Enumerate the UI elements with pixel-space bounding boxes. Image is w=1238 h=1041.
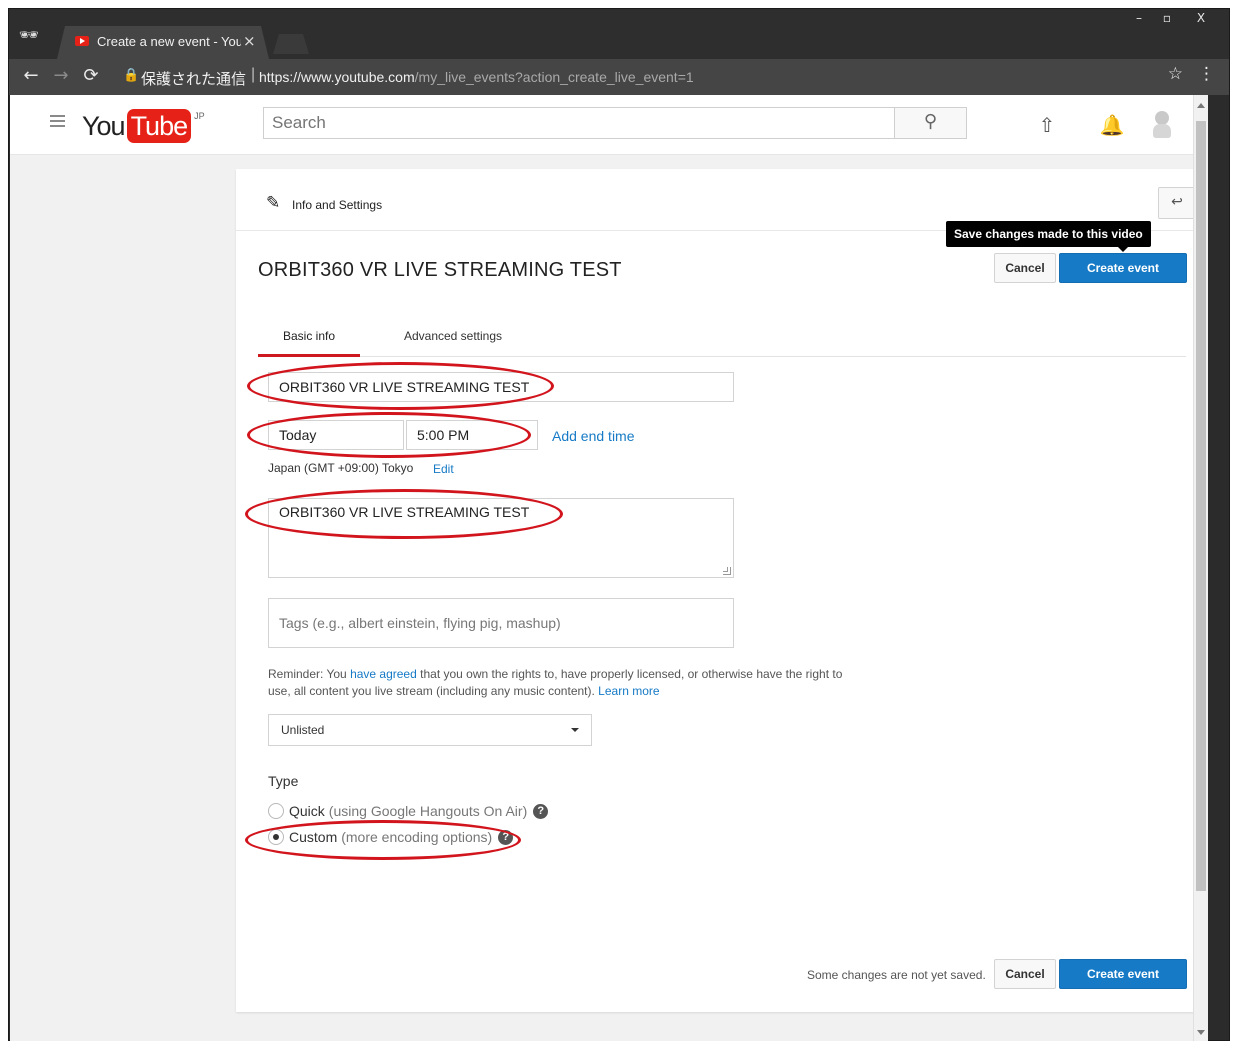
custom-sublabel: (more encoding options)	[341, 829, 493, 845]
url-separator: |	[251, 66, 256, 83]
title-field[interactable]: ORBIT360 VR LIVE STREAMING TEST	[268, 372, 734, 402]
youtube-logo[interactable]: You Tube JP	[82, 109, 205, 143]
browser-menu-icon[interactable]: ⋮	[1198, 64, 1215, 84]
quick-sublabel: (using Google Hangouts On Air)	[328, 803, 528, 819]
tags-placeholder: Tags (e.g., albert einstein, flying pig,…	[279, 615, 561, 631]
url-path: /my_live_events?action_create_live_event…	[414, 69, 694, 85]
minimize-button[interactable]: –	[1125, 9, 1153, 29]
avatar[interactable]	[1150, 111, 1174, 139]
have-agreed-link[interactable]: have agreed	[350, 667, 417, 681]
maximize-button[interactable]: ▫	[1153, 9, 1181, 29]
bookmark-star-icon[interactable]: ☆	[1168, 64, 1183, 84]
description-field[interactable]: ORBIT360 VR LIVE STREAMING TEST	[268, 498, 734, 578]
learn-more-link[interactable]: Learn more	[598, 684, 659, 698]
window-controls: – ▫ X	[1125, 9, 1221, 29]
quick-label: Quick	[289, 803, 325, 819]
page-scrollbar[interactable]	[1193, 95, 1208, 1041]
dropdown-arrow-icon	[571, 728, 579, 732]
tags-field[interactable]: Tags (e.g., albert einstein, flying pig,…	[268, 598, 734, 648]
settings-tabs: Basic info Advanced settings	[258, 329, 1186, 357]
privacy-value: Unlisted	[281, 723, 325, 737]
search-input[interactable]	[263, 107, 895, 139]
youtube-favicon-icon	[75, 36, 89, 46]
start-time-field[interactable]: 5:00 PM	[406, 420, 538, 450]
back-button[interactable]: ↩	[1158, 187, 1196, 219]
tab-advanced-settings[interactable]: Advanced settings	[392, 329, 514, 357]
scroll-down-icon[interactable]	[1197, 1030, 1205, 1035]
cancel-button-top[interactable]: Cancel	[994, 253, 1056, 283]
logo-you: You	[82, 111, 126, 141]
hamburger-menu-icon[interactable]	[50, 115, 65, 127]
create-event-button-top[interactable]: Create event	[1059, 253, 1187, 283]
reminder-prefix: Reminder: You	[268, 667, 351, 681]
secure-label: 保護された通信	[141, 71, 247, 88]
unsaved-notice: Some changes are not yet saved.	[807, 968, 986, 982]
resize-handle-icon[interactable]	[723, 567, 731, 575]
browser-tab[interactable]: Create a new event - YouTube ×	[57, 26, 269, 59]
scroll-thumb[interactable]	[1196, 121, 1206, 891]
forward-arrow-icon[interactable]: →	[49, 64, 73, 88]
reload-icon[interactable]: ⟳	[79, 64, 103, 88]
start-date-field[interactable]: Today	[268, 420, 404, 450]
logo-tube: Tube	[126, 109, 192, 143]
url-text: https://www.youtube.com/my_live_events?a…	[259, 69, 694, 85]
custom-radio[interactable]	[268, 829, 284, 845]
url-host: https://www.youtube.com	[259, 69, 415, 85]
rights-reminder: Reminder: You have agreed that you own t…	[268, 666, 868, 700]
type-heading: Type	[268, 773, 299, 789]
privacy-select[interactable]: Unlisted	[268, 714, 592, 746]
help-icon[interactable]: ?	[533, 803, 549, 819]
create-event-button-bottom[interactable]: Create event	[1059, 959, 1187, 989]
tab-title: Create a new event - YouTube	[97, 34, 241, 49]
type-option-custom[interactable]: Custom (more encoding options) ?	[268, 828, 514, 846]
timezone-edit-link[interactable]: Edit	[433, 462, 454, 476]
window-close-button[interactable]: X	[1181, 9, 1221, 29]
quick-radio[interactable]	[268, 803, 284, 819]
title-bar: 🕶 Create a new event - YouTube × – ▫ X	[9, 9, 1229, 59]
tab-basic-info[interactable]: Basic info	[258, 329, 360, 357]
browser-toolbar: ← → ⟳ 🔒 保護された通信 | https://www.youtube.co…	[9, 59, 1229, 95]
scroll-up-icon[interactable]	[1197, 103, 1205, 108]
upload-icon[interactable]: ⇧	[1034, 113, 1060, 139]
page-viewport: You Tube JP ⚲ ⇧ 🔔 ✎ Info and Settings ↩ …	[10, 95, 1208, 1041]
back-arrow-icon[interactable]: ←	[19, 64, 43, 88]
save-tooltip: Save changes made to this video	[946, 221, 1151, 252]
lock-icon: 🔒	[123, 68, 140, 83]
type-option-quick[interactable]: Quick (using Google Hangouts On Air) ?	[268, 802, 549, 820]
cancel-button-bottom[interactable]: Cancel	[994, 959, 1056, 989]
page-title: ORBIT360 VR LIVE STREAMING TEST	[258, 259, 622, 281]
event-card: ✎ Info and Settings ↩ Save changes made …	[236, 169, 1208, 1012]
incognito-icon: 🕶	[18, 25, 40, 44]
new-tab-button[interactable]	[273, 34, 309, 54]
browser-window: 🕶 Create a new event - YouTube × – ▫ X ←…	[8, 8, 1230, 1041]
pencil-icon: ✎	[266, 193, 281, 213]
header-title: Info and Settings	[292, 198, 383, 212]
search-icon[interactable]: ⚲	[894, 107, 967, 139]
logo-region: JP	[194, 111, 205, 121]
masthead: You Tube JP ⚲ ⇧ 🔔	[10, 95, 1208, 155]
description-text: ORBIT360 VR LIVE STREAMING TEST	[279, 504, 530, 520]
tab-close-icon[interactable]: ×	[243, 32, 256, 50]
notifications-bell-icon[interactable]: 🔔	[1099, 113, 1125, 139]
help-icon[interactable]: ?	[498, 829, 514, 845]
custom-label: Custom	[289, 829, 338, 845]
add-end-time-link[interactable]: Add end time	[552, 428, 635, 444]
timezone-label: Japan (GMT +09:00) Tokyo	[268, 461, 414, 475]
address-bar[interactable]: 🔒 保護された通信 | https://www.youtube.com/my_l…	[113, 63, 1199, 90]
